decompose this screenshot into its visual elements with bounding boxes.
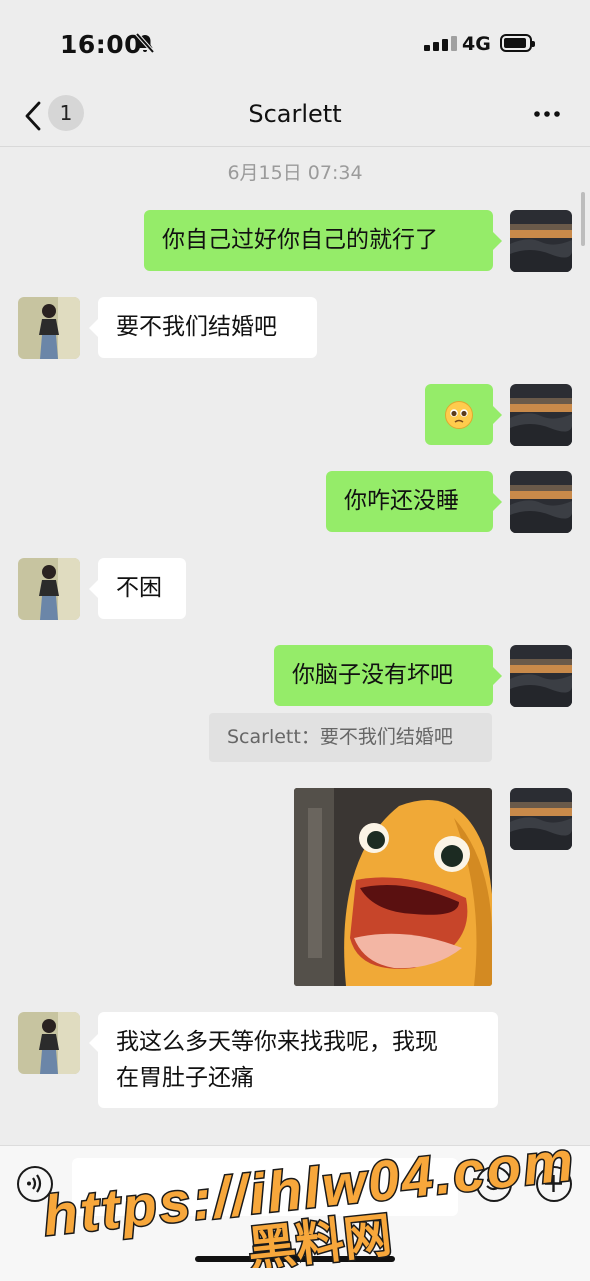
more-icon[interactable]	[532, 102, 562, 126]
contact-avatar[interactable]	[18, 297, 80, 359]
status-bar: 16:00 4G	[0, 0, 590, 88]
watermark-brand: 黑料网	[245, 1207, 394, 1268]
battery-icon	[500, 34, 535, 52]
my-avatar[interactable]	[510, 210, 572, 272]
signal-icon	[424, 36, 457, 51]
sticker-image[interactable]	[294, 788, 492, 986]
contact-avatar[interactable]	[18, 1012, 80, 1074]
message-text: 不困	[116, 575, 162, 601]
my-avatar[interactable]	[510, 384, 572, 446]
chat-title: Scarlett	[248, 100, 342, 128]
watermark: https://ihlw04.com 黑料网	[39, 1127, 578, 1268]
message-timestamp: 6月15日 07:34	[227, 162, 363, 184]
message-text: 你自己过好你自己的就行了	[162, 227, 438, 253]
message-text-line: 我这么多天等你来找我呢，我现	[116, 1029, 438, 1055]
message-bubble-received[interactable]: 不困	[89, 558, 186, 619]
chat-header: 1 Scarlett	[0, 88, 590, 147]
message-bubble-received[interactable]: 要不我们结婚吧	[89, 297, 317, 358]
message-bubble-received[interactable]: 我这么多天等你来找我呢，我现 在胃肚子还痛	[89, 1012, 498, 1108]
message-bubble-sent[interactable]: 你脑子没有坏吧	[274, 645, 502, 706]
message-text-line: 在胃肚子还痛	[116, 1065, 254, 1091]
message-text: 你脑子没有坏吧	[292, 662, 453, 688]
status-time: 16:00	[60, 30, 143, 59]
network-type: 4G	[462, 33, 491, 55]
scrollbar[interactable]	[581, 192, 585, 246]
message-text: 要不我们结婚吧	[116, 314, 277, 340]
my-avatar[interactable]	[510, 471, 572, 533]
message-text: 你咋还没睡	[344, 488, 459, 514]
my-avatar[interactable]	[510, 788, 572, 850]
my-avatar[interactable]	[510, 645, 572, 707]
message-bubble-sent[interactable]: 你咋还没睡	[326, 471, 502, 532]
contact-avatar[interactable]	[18, 558, 80, 620]
message-bubble-sent[interactable]: 你自己过好你自己的就行了	[144, 210, 502, 271]
quoted-message[interactable]: Scarlett：要不我们结婚吧	[209, 713, 492, 762]
mute-bell-icon	[135, 32, 155, 54]
message-bubble-sent[interactable]	[425, 384, 502, 445]
pleading-face-emoji	[445, 400, 473, 429]
